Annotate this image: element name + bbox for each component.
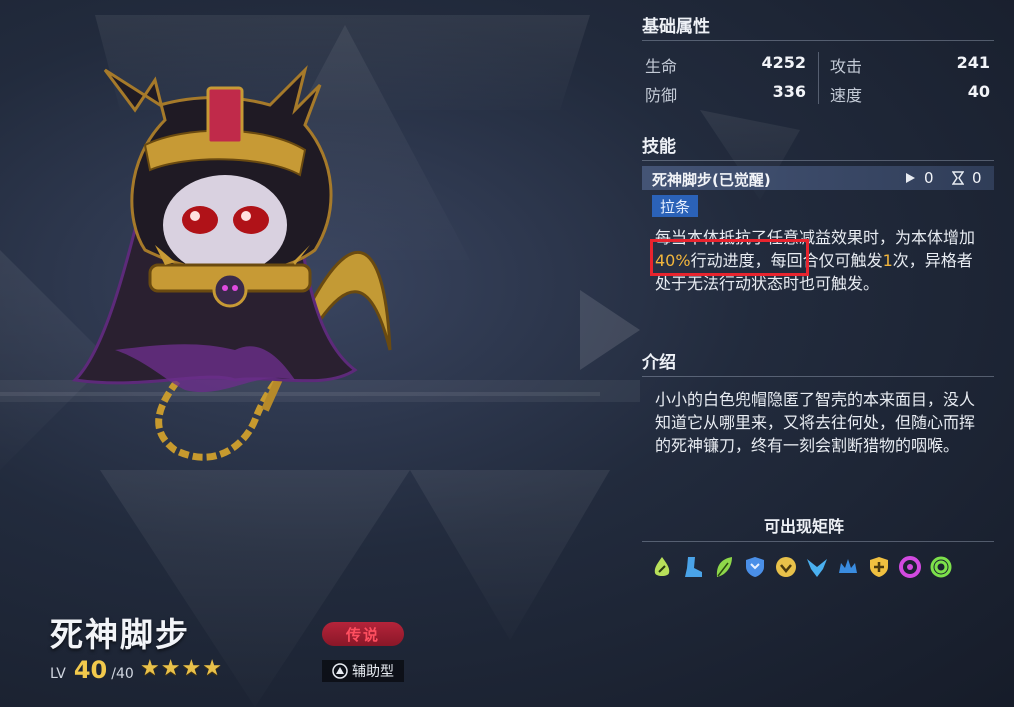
formation-icon-list: [650, 555, 953, 579]
star-icon: ★: [160, 656, 181, 681]
level-row: LV 40 /40: [50, 656, 134, 684]
skill-header[interactable]: 死神脚步(已觉醒) 0 0: [642, 166, 994, 190]
purple-ring-icon[interactable]: [898, 555, 922, 579]
level-max: /40: [111, 666, 134, 682]
highlight-annotation-box: [650, 239, 809, 276]
gold-crest-icon[interactable]: [774, 555, 798, 579]
character-name: 死神脚步: [50, 615, 190, 654]
stat-hp-value: 4252: [761, 53, 806, 72]
stats-column-divider: [818, 52, 819, 104]
star-icon: ★: [140, 656, 160, 681]
level-label: LV: [50, 666, 66, 682]
formation-title: 可出现矩阵: [764, 517, 845, 536]
role-label: 辅助型: [352, 664, 394, 680]
support-role-icon: [332, 663, 348, 679]
rarity-label: 传说: [345, 625, 380, 644]
blue-shield-icon[interactable]: [743, 555, 767, 579]
stat-atk-label: 攻击: [830, 57, 863, 76]
stat-hp-label: 生命: [645, 57, 678, 76]
blue-crown-icon[interactable]: [836, 555, 860, 579]
divider: [642, 40, 994, 41]
divider: [642, 376, 994, 377]
character-portrait: [71, 65, 392, 461]
rarity-badge: 传说: [322, 622, 404, 646]
gold-shield-icon[interactable]: [867, 555, 891, 579]
blue-wings-icon[interactable]: [805, 555, 829, 579]
feather-icon[interactable]: [712, 555, 736, 579]
stat-spd-value: 40: [967, 82, 990, 101]
stat-spd-label: 速度: [830, 86, 863, 105]
green-ring-icon[interactable]: [929, 555, 953, 579]
stat-def-label: 防御: [645, 86, 678, 105]
leaf-drop-icon[interactable]: [650, 555, 674, 579]
skill-name: 死神脚步(已觉醒): [652, 171, 771, 189]
skills-title: 技能: [642, 137, 676, 157]
hood-crest: [206, 86, 244, 145]
stat-atk-value: 241: [956, 53, 990, 72]
face: [163, 175, 287, 275]
desc-text-2: 增加: [943, 228, 976, 247]
hourglass-icon: [952, 171, 964, 185]
level-value: 40: [73, 656, 108, 684]
boot-icon[interactable]: [681, 555, 705, 579]
skill-play-count: 0: [924, 169, 934, 187]
desc-highlight-count: 1: [882, 251, 893, 270]
basic-stats-title: 基础属性: [642, 17, 710, 37]
divider: [642, 160, 994, 161]
skill-cooldown-count: 0: [972, 169, 982, 187]
divider: [642, 541, 994, 542]
star-rating: ★ ★ ★ ★: [140, 658, 222, 680]
play-icon: [906, 173, 915, 183]
stat-def-value: 336: [772, 82, 806, 101]
star-icon: ★: [181, 656, 202, 681]
intro-text: 小小的白色兜帽隐匿了智壳的本来面目，没人知道它从哪里来，又将去往何处，但随心而挥…: [655, 390, 976, 455]
star-icon: ★: [202, 656, 222, 681]
skill-tag: 拉条: [652, 195, 698, 217]
intro-title: 介绍: [642, 353, 676, 373]
role-badge: 辅助型: [322, 660, 404, 682]
